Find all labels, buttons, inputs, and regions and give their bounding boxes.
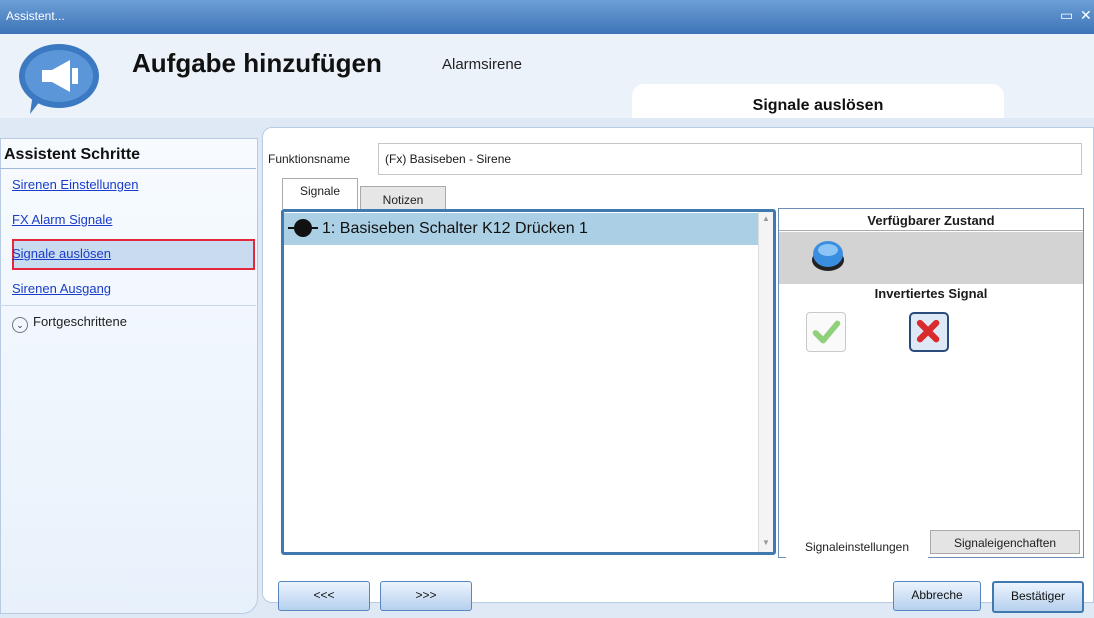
inverted-signal-heading: Invertiertes Signal [874,286,988,301]
function-name-field[interactable]: (Fx) Basiseben - Sirene [378,143,1082,175]
divider [0,168,256,169]
step-link-signale-ausloesen[interactable]: Signale auslösen [12,246,111,261]
scroll-down-icon[interactable]: ▼ [762,538,770,547]
signal-list [281,209,776,555]
tab-signaleinstellungen[interactable]: Signaleinstellungen [786,530,928,558]
tab-signaleigenschaften[interactable]: Signaleigenchaften [930,530,1080,554]
scroll-up-icon[interactable]: ▲ [762,214,770,223]
tab-signale[interactable]: Signale [282,178,358,209]
advanced-toggle[interactable]: ⌄ Fortgeschrittene [12,314,127,333]
step-link-sirenen-ausgang[interactable]: Sirenen Ausgang [12,281,111,296]
window-title: Assistent... [6,9,65,23]
signal-label: 1: Basiseben Schalter K12 Drücken 1 [322,220,588,237]
checkmark-icon[interactable] [806,312,846,352]
cancel-button[interactable]: Abbreche [893,581,981,611]
page-subtitle: Alarmsirene [442,56,523,73]
divider [0,305,256,306]
cross-icon[interactable] [909,312,949,352]
tab-notizen[interactable]: Notizen [360,186,446,210]
step-link-sirenen-einstellungen[interactable]: Sirenen Einstellungen [12,177,138,192]
push-button-signal-icon [294,219,312,237]
function-name-label: Funktionsname [268,152,351,166]
confirm-button[interactable]: Bestätiger [992,581,1084,613]
back-button[interactable]: <<< [278,581,370,611]
steps-title: Assistent Schritte [4,146,141,163]
step-tab-banner: Signale auslösen [632,84,1004,118]
signal-row[interactable]: 1: Basiseben Schalter K12 Drücken 1 [284,213,758,245]
close-icon[interactable]: ✕ [1080,8,1094,22]
megaphone-bubble-icon [19,44,99,114]
blue-push-button-icon[interactable] [810,238,846,274]
page-title: Aufgabe hinzufügen [132,48,382,78]
step-link-fx-alarm-signale[interactable]: FX Alarm Signale [12,212,112,227]
available-state-heading: Verfügbarer Zustand [779,209,1083,231]
advanced-label: Fortgeschrittene [33,314,127,329]
steps-panel [0,138,258,614]
next-button[interactable]: >>> [380,581,472,611]
chevron-down-icon: ⌄ [12,317,28,333]
scrollbar[interactable]: ▲ ▼ [758,212,773,552]
title-bar: Assistent... ▭ ✕ [0,0,1094,34]
restore-icon[interactable]: ▭ [1060,8,1074,22]
